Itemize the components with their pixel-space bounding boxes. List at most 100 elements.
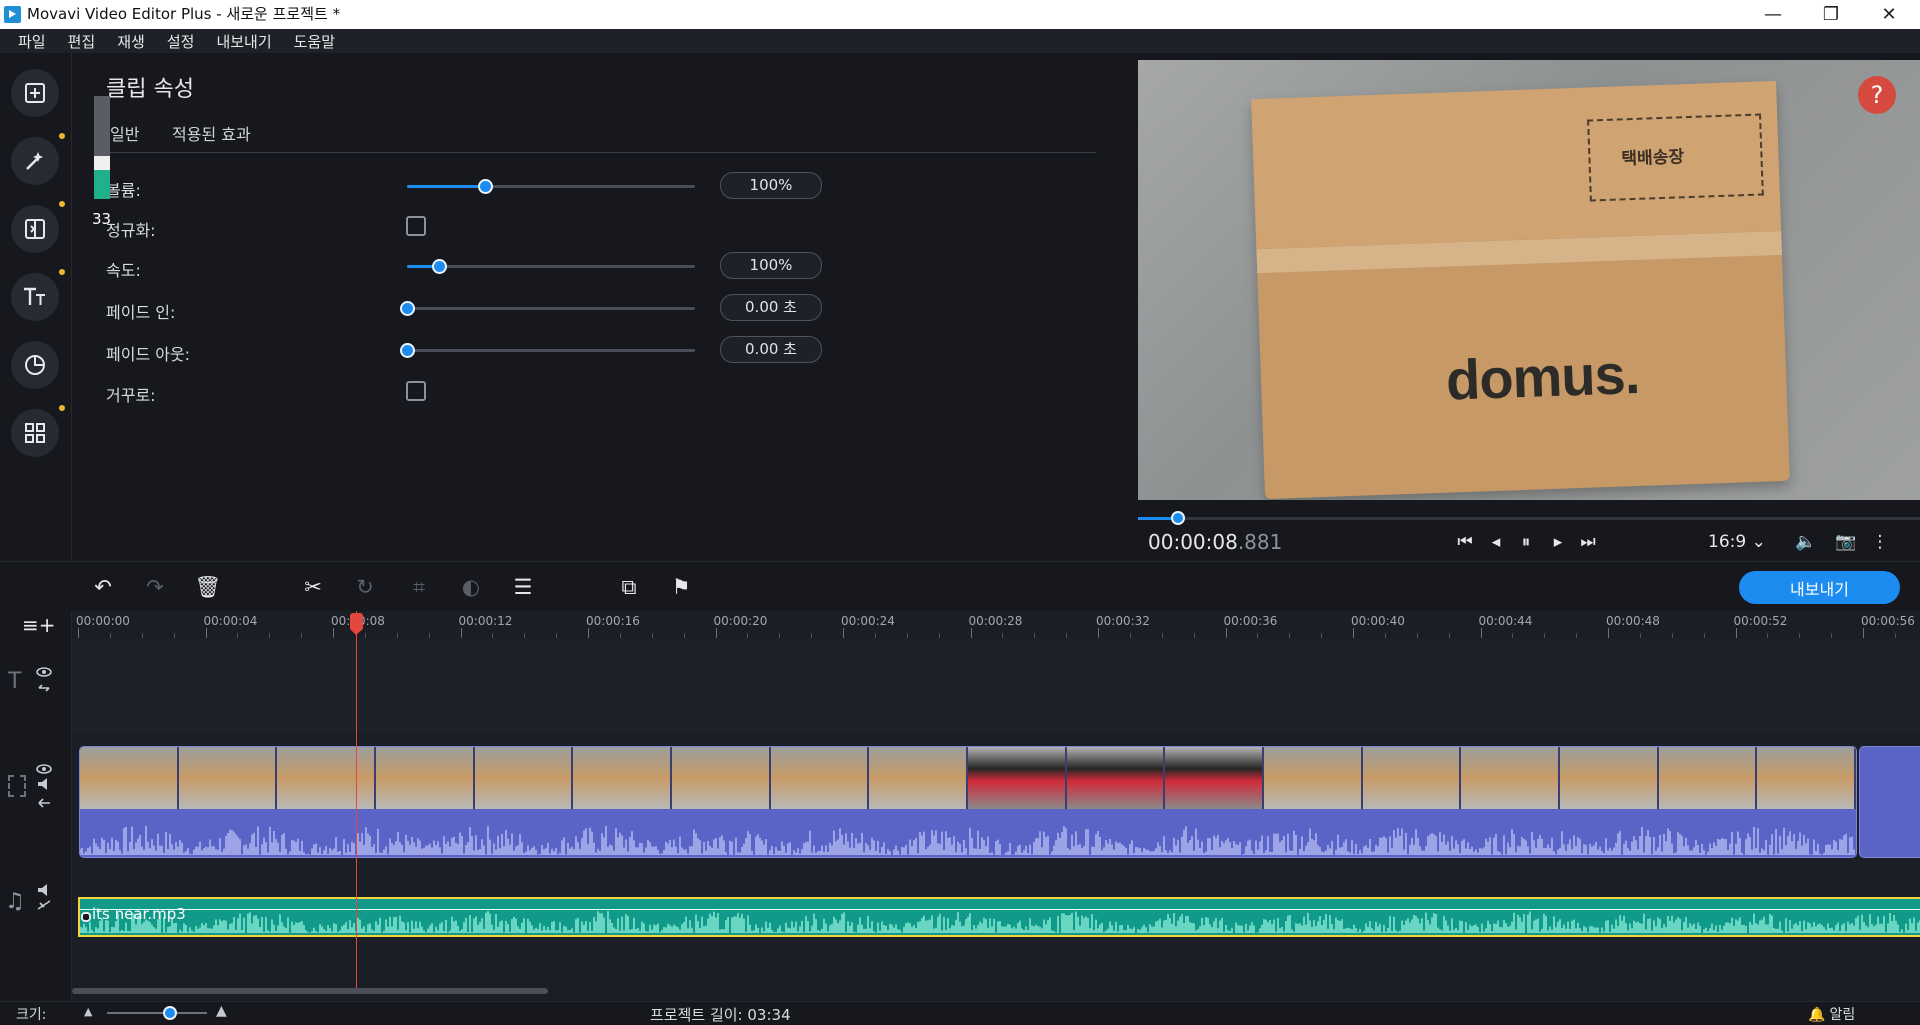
audio-track[interactable]: its near.mp3 [72, 881, 1920, 951]
color-adjust-icon[interactable]: ◐ [457, 574, 485, 600]
ruler-minor-tick [301, 633, 303, 638]
crop-icon[interactable]: ⌗ [405, 574, 433, 600]
minimize-button[interactable]: — [1744, 0, 1802, 29]
app-icon [4, 6, 21, 23]
track-headers: ≡+ T ♫ [0, 611, 72, 1001]
menu-edit[interactable]: 편집 [68, 31, 96, 52]
playhead-handle[interactable] [350, 613, 363, 635]
pause-icon[interactable]: ⏸ [1514, 530, 1538, 554]
skip-to-start-icon[interactable]: ⏮ [1453, 530, 1477, 554]
seek-bar-knob[interactable] [1171, 511, 1185, 525]
prev-frame-icon[interactable]: ◂ [1484, 530, 1508, 554]
video-track-controls[interactable] [36, 763, 52, 815]
stabilize-icon[interactable]: ⧉ [615, 574, 643, 600]
notification-dot [59, 133, 65, 139]
video-clip[interactable] [1859, 746, 1920, 858]
speed-slider-knob[interactable] [431, 259, 447, 274]
zoom-out-icon[interactable]: ▲ [84, 1005, 92, 1018]
zoom-in-icon[interactable]: ▲ [216, 1003, 227, 1019]
fade-in-slider-knob[interactable] [400, 301, 415, 316]
aspect-ratio-select[interactable]: 16:9 ⌄ [1708, 532, 1766, 552]
fade-out-value[interactable]: 0.00 초 [720, 336, 822, 363]
ruler-minor-tick [938, 633, 940, 638]
bell-icon: 🔔 [1808, 1007, 1826, 1023]
speed-value[interactable]: 100% [720, 252, 822, 279]
ruler-minor-tick [396, 633, 398, 638]
video-thumbnail [277, 747, 376, 809]
ruler-minor-tick [1193, 633, 1195, 638]
notifications-button[interactable]: 🔔 알림 [1808, 1004, 1855, 1024]
snapshot-icon[interactable]: 📷 [1834, 530, 1858, 554]
cut-icon[interactable]: ✂ [299, 574, 327, 600]
rotate-icon[interactable]: ↻ [351, 574, 379, 600]
fade-out-slider[interactable] [400, 343, 695, 358]
fade-in-slider[interactable] [400, 301, 695, 316]
tab-general[interactable]: 일반 [110, 121, 139, 145]
fade-in-value[interactable]: 0.00 초 [720, 294, 822, 321]
video-thumbnail [1263, 747, 1363, 809]
audio-volume-handle[interactable] [81, 912, 91, 922]
video-thumbnail [178, 747, 278, 809]
video-clip[interactable] [79, 746, 1857, 858]
volume-value[interactable]: 100% [720, 172, 822, 199]
undo-icon[interactable]: ↶ [89, 574, 117, 600]
ruler-tick-label: 00:00:48 [1606, 614, 1660, 628]
menu-playback[interactable]: 재생 [117, 31, 145, 52]
tab-applied-effects[interactable]: 적용된 효과 [172, 121, 251, 145]
normalize-checkbox[interactable] [406, 216, 426, 236]
ruler-minor-tick [1066, 633, 1068, 638]
video-preview[interactable]: 택배송장 domus. [1138, 60, 1920, 500]
seek-bar[interactable] [1138, 517, 1920, 520]
ruler-minor-tick [1799, 633, 1801, 638]
video-track[interactable] [72, 731, 1920, 881]
panel-title: 클립 속성 [106, 77, 194, 102]
next-frame-icon[interactable]: ▸ [1546, 530, 1570, 554]
more-tools-button[interactable] [11, 405, 65, 457]
close-button[interactable]: ✕ [1860, 0, 1918, 29]
add-track-icon[interactable]: ≡+ [22, 613, 56, 637]
timeline-scrollbar[interactable] [72, 988, 548, 994]
marker-icon[interactable]: ⚑ [667, 574, 695, 600]
redo-icon[interactable]: ↷ [141, 574, 169, 600]
fade-out-label: 페이드 아웃: [106, 345, 191, 364]
filters-button[interactable] [11, 133, 65, 185]
video-thumbnails [80, 747, 1856, 809]
menu-settings[interactable]: 설정 [167, 31, 195, 52]
zoom-slider[interactable] [107, 1012, 207, 1014]
volume-slider[interactable] [407, 179, 695, 194]
volume-slider-knob[interactable] [477, 179, 493, 194]
ruler-major-tick [78, 628, 79, 638]
skip-to-end-icon[interactable]: ⏭ [1576, 530, 1600, 554]
titles-button[interactable] [11, 269, 65, 321]
text-track[interactable] [72, 639, 1920, 731]
zoom-slider-knob[interactable] [163, 1006, 177, 1020]
ruler-major-tick [1863, 628, 1864, 638]
restore-button[interactable]: ❐ [1802, 0, 1860, 29]
fade-out-slider-knob[interactable] [400, 343, 415, 358]
edit-toolbar: ↶ ↷ 🗑 ✂ ↻ ⌗ ◐ ☰ ⧉ ⚑ 내보내기 [0, 561, 1920, 612]
clip-properties-icon[interactable]: ☰ [509, 574, 537, 600]
audio-clip[interactable]: its near.mp3 [78, 897, 1920, 937]
video-thumbnail [671, 747, 771, 809]
playhead[interactable] [356, 611, 357, 989]
tabs-divider [106, 152, 1096, 153]
speed-slider[interactable] [407, 259, 695, 274]
stickers-button[interactable] [11, 341, 59, 389]
volume-icon[interactable]: 🔈 [1794, 530, 1818, 554]
delete-icon[interactable]: 🗑 [194, 574, 222, 600]
help-button[interactable]: ? [1858, 76, 1896, 114]
ruler-minor-tick [1767, 633, 1769, 638]
ruler-minor-tick [1448, 633, 1450, 638]
menu-export[interactable]: 내보내기 [216, 31, 271, 52]
import-button[interactable] [11, 69, 59, 117]
ruler-minor-tick [1034, 633, 1036, 638]
export-button[interactable]: 내보내기 [1739, 571, 1900, 604]
text-track-controls[interactable] [36, 666, 52, 696]
transitions-button[interactable] [11, 201, 65, 253]
more-options-icon[interactable]: ⋮ [1868, 530, 1892, 554]
menu-help[interactable]: 도움말 [294, 31, 335, 52]
reverse-checkbox[interactable] [406, 381, 426, 401]
audio-track-controls[interactable] [36, 881, 52, 913]
menu-file[interactable]: 파일 [18, 31, 46, 52]
titles-icon [24, 287, 45, 305]
